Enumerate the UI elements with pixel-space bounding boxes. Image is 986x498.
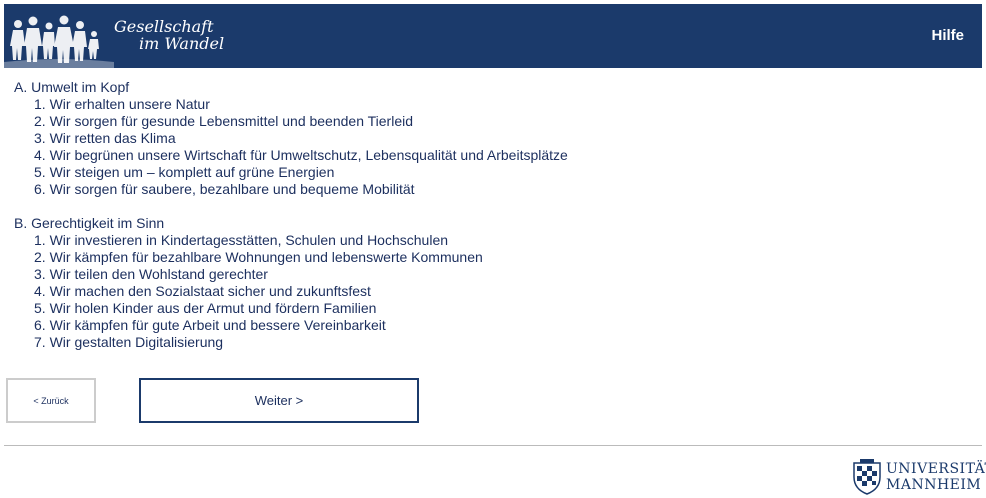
universitaet-mannheim-logo: UNIVERSITÄT MANNHEIM bbox=[850, 459, 986, 496]
gesellschaft-im-wandel-logo: Gesellschaft im Wandel bbox=[4, 4, 254, 68]
people-silhouettes-icon bbox=[4, 15, 114, 68]
help-link[interactable]: Hilfe bbox=[931, 27, 964, 44]
back-button[interactable]: < Zurück bbox=[6, 378, 96, 423]
list-item: 1. Wir investieren in Kindertagesstätten… bbox=[34, 232, 449, 248]
question-text: A. Umwelt im Kopf 1. Wir erhalten unsere… bbox=[14, 79, 914, 368]
list-item: 6. Wir kämpfen für gute Arbeit und besse… bbox=[34, 317, 386, 333]
list-item: 4. Wir begrünen unsere Wirtschaft für Um… bbox=[34, 147, 568, 163]
list-item: 1. Wir erhalten unsere Natur bbox=[34, 96, 210, 112]
list-item: 5. Wir holen Kinder aus der Armut und fö… bbox=[34, 300, 377, 316]
section-heading: A. Umwelt im Kopf bbox=[14, 79, 130, 95]
list-item: 3. Wir retten das Klima bbox=[34, 130, 176, 146]
section-heading: B. Gerechtigkeit im Sinn bbox=[14, 215, 165, 231]
list-item: 4. Wir machen den Sozialstaat sicher und… bbox=[34, 283, 371, 299]
university-name-line2: MANNHEIM bbox=[886, 477, 982, 493]
university-crest-icon bbox=[853, 459, 881, 495]
next-button[interactable]: Weiter > bbox=[139, 378, 419, 423]
logo-title-line2: im Wandel bbox=[139, 34, 225, 53]
section-umwelt: A. Umwelt im Kopf 1. Wir erhalten unsere… bbox=[14, 79, 914, 198]
list-item: 3. Wir teilen den Wohlstand gerechter bbox=[34, 266, 268, 282]
list-item: 6. Wir sorgen für saubere, bezahlbare un… bbox=[34, 181, 415, 197]
university-name-line1: UNIVERSITÄT bbox=[886, 461, 986, 477]
header-bar: Gesellschaft im Wandel Hilfe bbox=[4, 4, 982, 68]
list-item: 2. Wir sorgen für gesunde Lebensmittel u… bbox=[34, 113, 414, 129]
list-item: 2. Wir kämpfen für bezahlbare Wohnungen … bbox=[34, 249, 483, 265]
list-item: 7. Wir gestalten Digitalisierung bbox=[34, 334, 224, 350]
footer-divider bbox=[4, 445, 982, 446]
list-item: 5. Wir steigen um – komplett auf grüne E… bbox=[34, 164, 335, 180]
section-gerechtigkeit: B. Gerechtigkeit im Sinn 1. Wir investie… bbox=[14, 215, 914, 351]
